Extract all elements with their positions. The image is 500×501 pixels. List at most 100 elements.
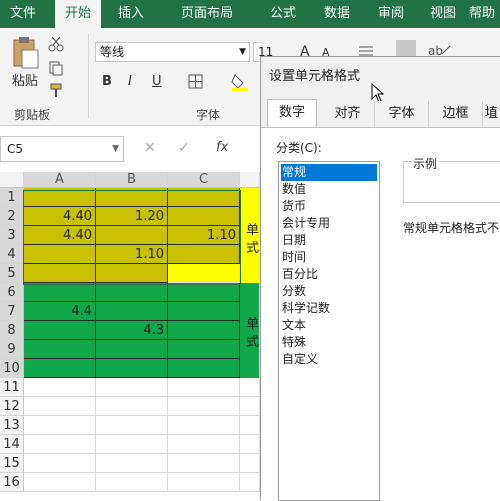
cell-d1[interactable] [240, 188, 260, 207]
cell-b8[interactable]: 4.3 [96, 321, 168, 340]
tab-review[interactable]: 审阅 [368, 0, 414, 28]
cell-a7[interactable]: 4.4 [24, 302, 96, 321]
cell-b14[interactable] [96, 435, 168, 454]
italic-button[interactable]: I [128, 74, 132, 89]
cell-b12[interactable] [96, 397, 168, 416]
row-header-10[interactable]: 10 [0, 359, 24, 378]
cell-b10[interactable] [96, 359, 168, 378]
tab-font[interactable]: 字体 [375, 101, 429, 127]
column-header-d[interactable] [240, 172, 260, 188]
bold-button[interactable]: B [102, 74, 112, 89]
row-header-5[interactable]: 5 [0, 264, 24, 283]
tab-formulas[interactable]: 公式 [260, 0, 306, 28]
paste-button[interactable]: 粘贴 [12, 70, 38, 89]
cell-c16[interactable] [168, 473, 240, 492]
row-header-15[interactable]: 15 [0, 454, 24, 473]
cell-a5[interactable] [24, 264, 96, 283]
tab-data[interactable]: 数据 [314, 0, 360, 28]
name-box[interactable]: C5 ▼ [0, 136, 124, 162]
cell-c4[interactable] [168, 245, 240, 264]
category-item[interactable]: 百分比 [281, 266, 377, 283]
row-header-4[interactable]: 4 [0, 245, 24, 264]
cell-c12[interactable] [168, 397, 240, 416]
cell-a16[interactable] [24, 473, 96, 492]
tab-alignment[interactable]: 对齐 [321, 101, 375, 127]
cell-d13[interactable] [240, 416, 260, 435]
cell-c1[interactable] [168, 188, 240, 207]
column-header-b[interactable]: B [96, 172, 168, 188]
insert-function-button[interactable]: fx [216, 140, 228, 155]
category-item[interactable]: 分数 [281, 283, 377, 300]
row-header-6[interactable]: 6 [0, 283, 24, 302]
tab-help[interactable]: 帮助 [464, 0, 500, 28]
cell-d15[interactable] [240, 454, 260, 473]
row-header-1[interactable]: 1 [0, 188, 24, 207]
tab-number[interactable]: 数字 [267, 99, 317, 127]
cell-c9[interactable] [168, 340, 240, 359]
category-item[interactable]: 时间 [281, 249, 377, 266]
cell-d11[interactable] [240, 378, 260, 397]
category-item[interactable]: 科学记数 [281, 300, 377, 317]
cell-c3[interactable]: 1.10 [168, 226, 240, 245]
cell-d6[interactable] [240, 283, 260, 302]
cell-c10[interactable] [168, 359, 240, 378]
row-header-3[interactable]: 3 [0, 226, 24, 245]
category-item[interactable]: 特殊 [281, 334, 377, 351]
category-item[interactable]: 自定义 [281, 351, 377, 368]
cell-a6[interactable] [24, 283, 96, 302]
cell-a10[interactable] [24, 359, 96, 378]
cell-b15[interactable] [96, 454, 168, 473]
cell-b9[interactable] [96, 340, 168, 359]
cell-a8[interactable] [24, 321, 96, 340]
cell-d14[interactable] [240, 435, 260, 454]
row-header-12[interactable]: 12 [0, 397, 24, 416]
paste-icon[interactable] [10, 36, 40, 70]
cell-c8[interactable] [168, 321, 240, 340]
cut-icon[interactable] [48, 36, 64, 52]
format-painter-icon[interactable] [48, 82, 64, 98]
cell-b11[interactable] [96, 378, 168, 397]
cell-a4[interactable] [24, 245, 96, 264]
category-item[interactable]: 日期 [281, 232, 377, 249]
cell-b3[interactable] [96, 226, 168, 245]
row-header-2[interactable]: 2 [0, 207, 24, 226]
cell-a2[interactable]: 4.40 [24, 207, 96, 226]
cell-b5[interactable] [96, 264, 168, 283]
tab-file[interactable]: 文件 [0, 0, 46, 28]
cell-c13[interactable] [168, 416, 240, 435]
tab-view[interactable]: 视图 [420, 0, 466, 28]
category-item[interactable]: 货币 [281, 198, 377, 215]
tab-page-layout[interactable]: 页面布局 [162, 0, 252, 28]
category-item[interactable]: 文本 [281, 317, 377, 334]
select-all-corner[interactable] [0, 172, 24, 188]
cell-d12[interactable] [240, 397, 260, 416]
borders-icon[interactable] [188, 74, 204, 90]
cancel-icon[interactable]: ✕ [144, 140, 156, 156]
category-item[interactable]: 数值 [281, 181, 377, 198]
cell-b16[interactable] [96, 473, 168, 492]
cell-b6[interactable] [96, 283, 168, 302]
font-name-dropdown[interactable]: 等线 ▼ [95, 42, 250, 62]
copy-icon[interactable] [48, 60, 64, 76]
row-header-9[interactable]: 9 [0, 340, 24, 359]
cell-b7[interactable] [96, 302, 168, 321]
cell-b13[interactable] [96, 416, 168, 435]
cell-c5[interactable] [168, 264, 240, 283]
cell-d5[interactable] [240, 264, 260, 283]
cell-a11[interactable] [24, 378, 96, 397]
row-header-11[interactable]: 11 [0, 378, 24, 397]
tab-insert[interactable]: 插入 [108, 0, 154, 28]
column-header-c[interactable]: C [168, 172, 240, 188]
row-header-16[interactable]: 16 [0, 473, 24, 492]
row-header-13[interactable]: 13 [0, 416, 24, 435]
cell-a12[interactable] [24, 397, 96, 416]
worksheet-grid[interactable]: A B C 1 2 3 4 5 6 7 8 9 10 11 12 13 14 15 16 4.40 1.20 4.… [0, 172, 260, 500]
category-item[interactable]: 常规 [281, 164, 377, 181]
category-list[interactable]: 常规 数值 货币 会计专用 日期 时间 百分比 分数 科学记数 文本 特殊 自定义 [278, 161, 380, 501]
cell-c14[interactable] [168, 435, 240, 454]
cell-d10[interactable] [240, 359, 260, 378]
row-header-8[interactable]: 8 [0, 321, 24, 340]
row-header-7[interactable]: 7 [0, 302, 24, 321]
category-item[interactable]: 会计专用 [281, 215, 377, 232]
cell-d16[interactable] [240, 473, 260, 492]
